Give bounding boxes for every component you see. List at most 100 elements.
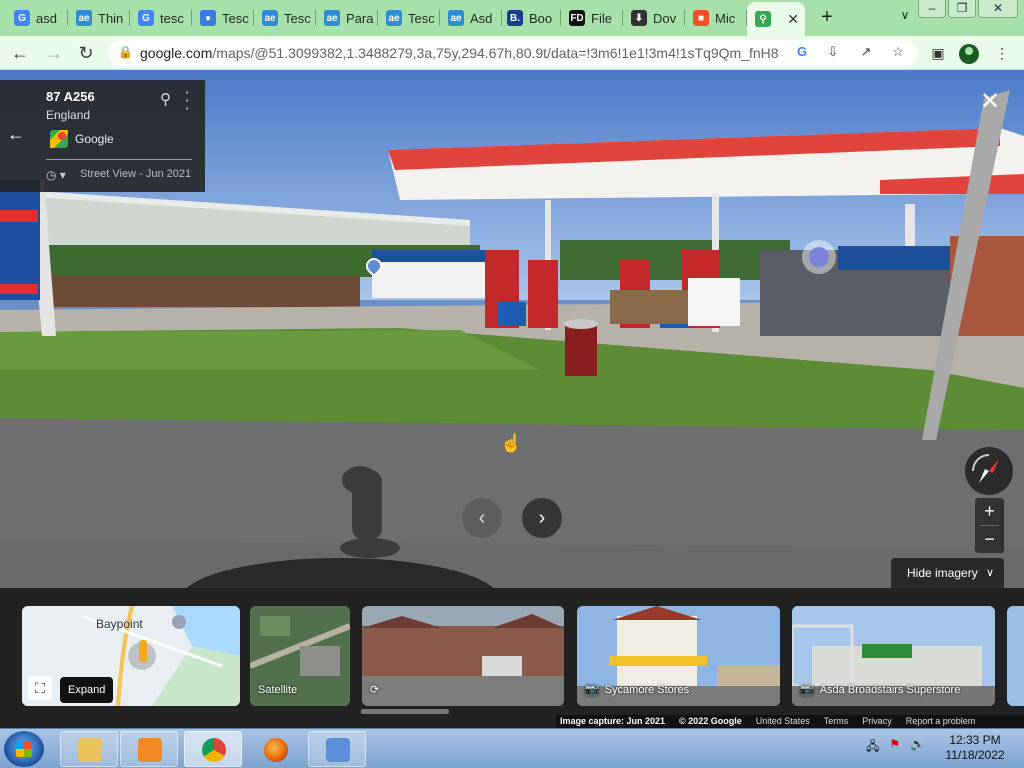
remote-desktop-taskbar-button[interactable] [308,731,366,767]
clock-date: 11/18/2022 [945,748,1005,762]
google-lens-icon[interactable]: G [792,44,812,62]
system-clock[interactable]: 12:33 PM 11/18/2022 [940,733,1010,763]
hand-cursor-icon: ☝ [500,433,523,453]
install-app-icon[interactable]: ⇩ [823,44,843,62]
tab-label: Mic [715,10,736,26]
volume-icon[interactable]: 🔊 [910,737,925,758]
tab-search-icon[interactable]: ∨ [895,8,915,28]
previous-arrow-button[interactable]: ‹ [462,498,502,538]
compass-icon[interactable] [965,447,1013,495]
firefox-icon [264,738,288,762]
browser-tab[interactable]: ● Tesc [192,4,254,32]
browser-tab[interactable]: B. Boo [499,4,561,32]
minimize-button[interactable]: – [918,0,946,18]
sycamore-stores-text: Sycamore Stores [604,683,690,696]
asda-superstore-card[interactable]: 📷 Asda Broadstairs Superstore [792,606,995,706]
browser-tab[interactable]: ⚲ ✕ [747,2,805,36]
browser-tab[interactable]: ae Thin [68,4,130,32]
maximize-button[interactable]: ❐ [948,0,976,18]
tab-strip: Gasd ae Thin Gtesc ● Tesc ae Tesc ae Para ae Tesc ae… [0,0,1024,36]
media-player-icon [138,738,162,762]
forward-icon[interactable]: → [42,41,66,65]
filmstrip-scrollbar[interactable] [361,709,449,714]
hide-imagery-button[interactable]: Hide imagery ∨ [891,558,1004,588]
network-icon[interactable]: 🖧 [866,737,879,758]
address-title: 87 A256 [46,89,95,104]
browser-tab[interactable]: ⬇ Dov [623,4,685,32]
map-place-label: Baypoint [96,617,143,631]
tab-label: Tesc [222,10,249,26]
remote-desktop-icon [326,738,350,762]
close-street-view-icon[interactable]: ✕ [978,90,1002,114]
back-icon[interactable]: ← [8,41,32,65]
asda-superstore-label: 📷 Asda Broadstairs Superstore [800,683,960,697]
download-icon: ⬇ [631,10,647,26]
country-link[interactable]: United States [756,715,810,728]
folder-icon [78,738,102,762]
browser-tab[interactable]: ae Asd [440,4,502,32]
side-panel-icon[interactable]: ▣ [927,42,949,64]
chrome-taskbar-button[interactable] [184,731,242,767]
history-clock-icon[interactable]: ◷ ▾ [46,168,66,182]
media-player-taskbar-button[interactable] [120,731,178,767]
zoom-out-button[interactable]: − [975,526,1004,553]
firefox-taskbar-button[interactable] [246,731,304,767]
map-pin-icon[interactable]: ⚲ [160,90,171,108]
tab-label: Tesc [284,10,311,26]
expand-tooltip: Expand [60,677,114,703]
browser-tab[interactable]: Gasd [6,4,68,32]
camera-icon: 📷 [585,684,599,696]
browser-tab[interactable]: Gtesc [130,4,192,32]
new-tab-button[interactable]: + [815,6,839,30]
start-button[interactable] [4,731,44,767]
back-arrow-icon[interactable]: ← [0,80,32,192]
url-host: google.com [140,45,213,61]
terms-link[interactable]: Terms [824,715,849,728]
zoom-in-button[interactable]: + [975,498,1004,525]
microsoft-icon: ■ [693,10,709,26]
capture-date-label[interactable]: Street View - Jun 2021 [80,168,191,180]
next-arrow-button[interactable]: › [522,498,562,538]
satellite-card[interactable]: Satellite [250,606,350,706]
browser-tab[interactable]: ae Para [316,4,378,32]
photosphere-card[interactable]: ⟳ [362,606,564,706]
url-text[interactable]: google.com/maps/@51.3099382,1.3488279,3a… [140,45,780,61]
next-photo-card[interactable] [1007,606,1024,706]
chrome-menu-icon[interactable]: ⋮ [991,42,1013,64]
reload-icon[interactable]: ↻ [74,41,98,65]
more-options-icon[interactable]: · · · [182,85,192,117]
lock-icon: 🔒 [118,45,133,59]
photosphere-thumbnail [362,606,564,706]
system-tray: 🖧 ⚑ 🔊 [866,737,925,758]
bookmark-star-icon[interactable]: ☆ [888,44,908,62]
fd-icon: FD [569,10,585,26]
hide-imagery-label: Hide imagery [907,566,978,580]
zoom-controls: + − [975,498,1004,553]
close-window-button[interactable]: ✕ [978,0,1018,18]
sycamore-stores-label: 📷 Sycamore Stores [585,683,690,697]
browser-toolbar: ← → ↻ 🔒 google.com/maps/@51.3099382,1.34… [0,36,1024,70]
url-path: /maps/@51.3099382,1.3488279,3a,75y,294.6… [212,45,780,61]
satellite-label-text: Satellite [258,684,298,696]
browser-tab[interactable]: ae Tesc [378,4,440,32]
browser-tab[interactable]: ■ Mic [685,4,747,32]
address-bar[interactable]: 🔒 google.com/maps/@51.3099382,1.3488279,… [108,40,918,66]
street-view-panorama[interactable]: ← 87 A256 England ⚲ · · · Google ◷ ▾ Stree… [0,70,1024,588]
report-problem-link[interactable]: Report a problem [906,715,976,728]
360-icon: ⟳ [370,684,380,696]
profile-avatar[interactable] [959,44,979,64]
browser-tab[interactable]: ae Tesc [254,4,316,32]
fuel-poi-icon[interactable] [802,240,836,274]
chrome-blue-icon: ● [200,10,216,26]
action-center-icon[interactable]: ⚑ [889,737,900,758]
sycamore-stores-card[interactable]: 📷 Sycamore Stores [577,606,780,706]
privacy-link[interactable]: Privacy [862,715,892,728]
browser-tab[interactable]: FD File [561,4,623,32]
expand-icon[interactable]: ⛶ [28,676,52,700]
tab-label: asd [36,10,57,26]
close-tab-icon[interactable]: ✕ [787,11,799,28]
minimap-card[interactable]: Baypoint ⛶ [22,606,240,706]
file-explorer-taskbar-button[interactable] [60,731,118,767]
ae-icon: ae [448,10,464,26]
share-icon[interactable]: ↗ [856,44,876,62]
